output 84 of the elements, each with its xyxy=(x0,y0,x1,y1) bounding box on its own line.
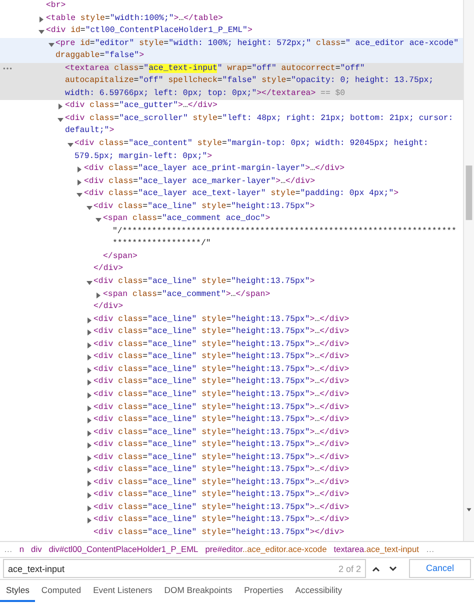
expand-arrow-icon[interactable] xyxy=(86,329,92,336)
element-tag-line[interactable]: <span class="ace_comment">…</span> xyxy=(103,288,459,302)
expand-arrow-icon[interactable] xyxy=(76,166,83,174)
expand-arrow-icon[interactable] xyxy=(86,430,92,437)
chevron-up-icon xyxy=(372,566,380,572)
element-tag-line[interactable]: <div class="ace_line" style="height:13.75px">…</div> xyxy=(94,426,459,440)
panel-tab[interactable]: DOM Breakpoints xyxy=(158,580,238,602)
match-count: 2 of 2 xyxy=(338,563,361,576)
element-tag-line[interactable]: <div class="ace_line" style="height:13.75px">…</div> xyxy=(94,364,459,376)
breadcrumb-item[interactable]: textarea.ace_text-input xyxy=(334,543,419,556)
expand-arrow-icon[interactable] xyxy=(86,480,92,487)
vertical-scrollbar[interactable] xyxy=(463,0,474,541)
breadcrumb-item[interactable]: div xyxy=(31,543,42,556)
element-tag-line[interactable]: <div class="ace_line" style="height:13.75px">…</div> xyxy=(94,388,459,402)
element-tag-line[interactable]: <div class="ace_line" style="height:13.75px">…</div> xyxy=(94,476,459,490)
element-tag-line[interactable]: <div class="ace_line" style="height:13.75px"> xyxy=(94,276,459,289)
expand-arrow-icon[interactable] xyxy=(86,417,92,424)
expand-arrow-icon[interactable] xyxy=(57,103,64,110)
element-tag-line[interactable]: <div class="ace_layer ace_text-layer" style="padding: 0px 4px;"> xyxy=(84,188,459,201)
expand-arrow-icon[interactable] xyxy=(86,504,92,512)
element-tag-line[interactable]: <div class="ace_line" style="height:13.75px">…</div> xyxy=(94,326,459,339)
element-tag-line[interactable]: <div class="ace_line" style="height:13.75px">…</div> xyxy=(94,414,459,427)
panel-tab[interactable]: Event Listeners xyxy=(87,580,158,602)
text-node-line[interactable]: "/**************************************************************************************/" xyxy=(112,226,459,251)
collapse-arrow-icon[interactable] xyxy=(66,141,74,148)
collapse-arrow-icon[interactable] xyxy=(95,216,102,224)
element-tag-line[interactable]: <div class="ace_line" style="height:13.75px">…</div> xyxy=(94,338,459,352)
element-tag-line[interactable]: <div class="ace_line" style="height:13.75px">…</div> xyxy=(94,351,459,364)
expand-arrow-icon[interactable] xyxy=(86,354,92,362)
element-tag-line[interactable]: <div class="ace_line" style="height:13.75px"> xyxy=(94,200,459,214)
element-tag-line[interactable]: <div class="ace_line" style="height:13.75px">…</div> xyxy=(94,402,459,414)
element-tag-line[interactable]: <div class="ace_line" style="height:13.75px"></div> xyxy=(94,526,459,540)
element-tag-line[interactable]: <div class="ace_scroller" style="left: 48px; right: 21px; bottom: 21px; cursor: default;"> xyxy=(65,112,459,138)
breadcrumb-item[interactable]: pre#editor..ace_editor.ace-xcode xyxy=(205,543,327,556)
element-tag-line[interactable]: <div class="ace_line" style="height:13.75px">…</div> xyxy=(94,439,459,452)
expand-arrow-icon[interactable] xyxy=(95,292,102,299)
expand-arrow-icon[interactable] xyxy=(86,366,92,374)
collapse-arrow-icon[interactable] xyxy=(86,279,92,286)
element-tag-line[interactable]: <div class="ace_gutter">…</div> xyxy=(65,100,459,113)
expand-arrow-icon[interactable] xyxy=(38,16,45,23)
panel-tab[interactable]: Styles xyxy=(0,580,36,602)
element-tag-line[interactable]: <div class="ace_line" style="height:13.75px">…</div> xyxy=(94,314,459,326)
breadcrumb-overflow[interactable]: … xyxy=(4,543,12,556)
expand-arrow-icon[interactable] xyxy=(86,392,92,399)
expand-arrow-icon[interactable] xyxy=(86,379,92,386)
breadcrumb-item[interactable]: div#ctl00_ContentPlaceHolder1_P_EML xyxy=(48,543,198,556)
collapse-arrow-icon[interactable] xyxy=(48,40,54,48)
panel-tab[interactable]: Accessibility xyxy=(289,580,348,602)
expand-arrow-icon[interactable] xyxy=(86,517,92,524)
collapse-arrow-icon[interactable] xyxy=(76,191,83,198)
expand-arrow-icon[interactable] xyxy=(86,492,92,500)
element-tag-line[interactable]: <div class="ace_line" style="height:13.75px">…</div> xyxy=(94,514,459,527)
breadcrumb-item[interactable]: n xyxy=(19,543,24,556)
element-tag-line[interactable]: <br> xyxy=(46,0,459,13)
element-tag-line[interactable]: <div class="ace_line" style="height:13.75px">…</div> xyxy=(94,464,459,477)
panel-tab[interactable]: Computed xyxy=(35,580,88,602)
element-tag-line[interactable]: <div id="ctl00_ContentPlaceHolder1_P_EML"> xyxy=(46,25,459,38)
element-tag-line[interactable]: <table style="width:100%;">…</table> xyxy=(46,12,459,26)
more-options-icon[interactable] xyxy=(3,66,12,70)
element-tag-line[interactable]: <div class="ace_layer ace_print-margin-layer">…</div> xyxy=(84,163,459,176)
collapse-arrow-icon[interactable] xyxy=(57,116,64,123)
element-tag-line[interactable]: <div class="ace_line" style="height:13.75px">…</div> xyxy=(94,452,459,464)
element-tag-line[interactable]: <div class="ace_layer ace_marker-layer">…</div> xyxy=(84,176,459,188)
panel-tab[interactable]: Properties xyxy=(238,580,290,602)
element-tag-line[interactable]: <div class="ace_line" style="height:13.75px">…</div> xyxy=(94,502,459,514)
collapse-arrow-icon[interactable] xyxy=(86,204,92,211)
element-tag-line[interactable]: <div class="ace_line" style="height:13.75px">…</div> xyxy=(94,376,459,389)
element-tag-line[interactable]: <div class="ace_line" style="height:13.75px">…</div> xyxy=(94,489,459,502)
closing-tag-line[interactable]: </span> xyxy=(103,250,459,264)
element-tag-line[interactable]: <div class="ace_content" style="margin-top: 0px; width: 92045px; height: 579.5px; margin-left: 0px;"> xyxy=(74,138,459,164)
expand-arrow-icon[interactable] xyxy=(86,404,92,412)
expand-arrow-icon[interactable] xyxy=(76,178,83,186)
expand-arrow-icon[interactable] xyxy=(86,316,92,324)
expand-arrow-icon[interactable] xyxy=(86,342,92,349)
expand-arrow-icon[interactable] xyxy=(86,454,92,462)
expand-arrow-icon[interactable] xyxy=(86,467,92,474)
chevron-down-icon xyxy=(389,566,397,572)
collapse-arrow-icon[interactable] xyxy=(38,28,45,36)
breadcrumb-overflow[interactable]: … xyxy=(426,543,434,556)
element-tag-line[interactable]: <span class="ace_comment ace_doc"> xyxy=(103,213,459,226)
expand-arrow-icon[interactable] xyxy=(86,442,92,450)
closing-tag-line[interactable]: </div> xyxy=(94,263,459,276)
closing-tag-line[interactable]: </div> xyxy=(94,301,459,314)
cancel-button[interactable]: Cancel xyxy=(409,559,471,578)
